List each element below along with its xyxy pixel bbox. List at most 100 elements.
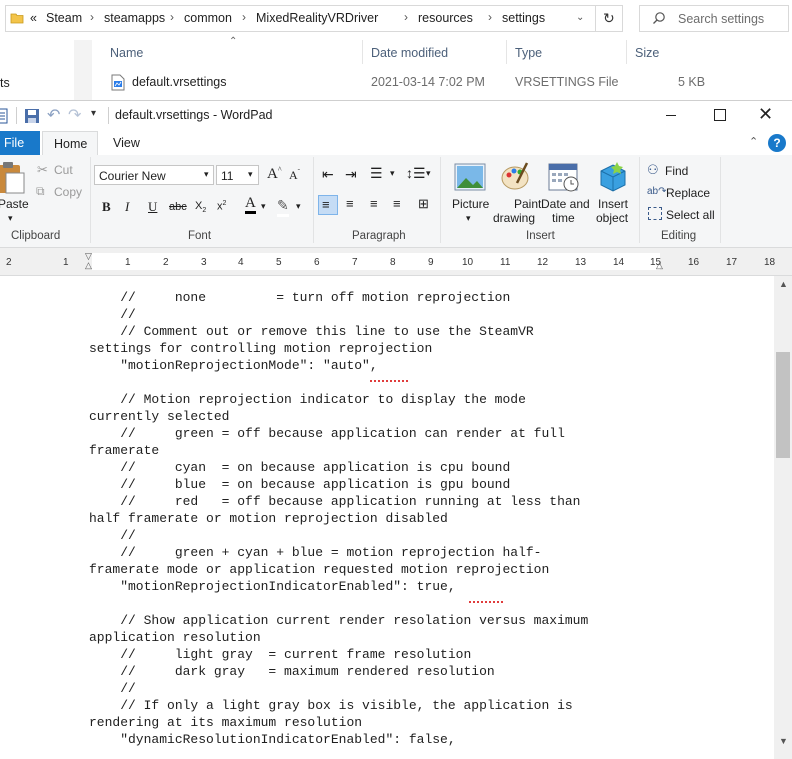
subscript-icon[interactable]: X2 <box>195 200 206 214</box>
refresh-button[interactable]: ↻ <box>595 5 623 32</box>
redo-icon[interactable]: ↷ <box>68 105 81 125</box>
column-divider[interactable] <box>506 40 507 64</box>
chevron-down-icon[interactable]: ▾ <box>204 169 209 180</box>
document-line[interactable]: framerate mode or application requested … <box>89 562 549 577</box>
document-line[interactable]: // <box>89 528 136 543</box>
document-line[interactable]: // green = off because application can r… <box>89 426 565 441</box>
document-area[interactable]: // none = turn off motion reprojection /… <box>0 276 774 759</box>
breadcrumb-steamapps[interactable]: steamapps <box>104 11 165 25</box>
breadcrumb-resources[interactable]: resources <box>418 11 473 25</box>
text-color-icon[interactable]: A <box>245 196 256 214</box>
bold-icon[interactable]: B <box>102 199 111 215</box>
increase-indent-icon[interactable]: ⇥ <box>345 166 357 183</box>
ruler[interactable]: 2 1 1 2 3 4 5 6 7 8 9 10 11 12 13 14 15 … <box>0 248 792 276</box>
right-indent-marker[interactable]: △ <box>656 260 663 271</box>
document-line[interactable]: "motionReprojectionIndicatorEnabled": tr… <box>89 579 455 594</box>
document-line[interactable]: // <box>89 681 136 696</box>
close-icon[interactable]: ✕ <box>758 104 773 125</box>
search-box[interactable]: Search settings <box>639 5 789 32</box>
column-header-size[interactable]: Size <box>635 46 659 60</box>
insert-object-label-1[interactable]: Insert <box>598 197 628 211</box>
copy-button[interactable]: Copy <box>54 185 82 199</box>
ribbon-collapse-icon[interactable]: ⌃ <box>749 135 758 148</box>
vertical-scrollbar[interactable]: ▲ ▼ <box>774 276 792 759</box>
chevron-right-icon[interactable]: › <box>90 10 94 24</box>
chevron-right-icon[interactable]: › <box>404 10 408 24</box>
paste-button[interactable]: Paste <box>0 197 29 211</box>
document-line[interactable]: // If only a light gray box is visible, … <box>89 698 572 713</box>
paste-dropdown-icon[interactable]: ▾ <box>8 213 13 224</box>
scroll-down-icon[interactable]: ▼ <box>779 736 788 746</box>
line-spacing-icon[interactable]: ↕☰ <box>406 165 426 182</box>
date-time-label-2[interactable]: time <box>552 211 575 225</box>
document-line[interactable]: // Show application current render resol… <box>89 613 588 628</box>
document-line[interactable]: application resolution <box>89 630 261 645</box>
document-line[interactable]: half framerate or motion reprojection di… <box>89 511 448 526</box>
column-divider[interactable] <box>626 40 627 64</box>
document-line[interactable]: currently selected <box>89 409 229 424</box>
font-size-select[interactable]: 11 ▾ <box>216 165 259 185</box>
column-header-name[interactable]: Name <box>110 46 143 60</box>
address-bar[interactable]: « Steam › steamapps › common › MixedReal… <box>5 5 623 32</box>
scroll-thumb[interactable] <box>776 352 790 458</box>
underline-icon[interactable]: U <box>148 199 157 215</box>
find-button[interactable]: Find <box>665 164 688 178</box>
paint-label-2[interactable]: drawing <box>493 211 535 225</box>
chevron-down-icon[interactable]: ▾ <box>390 168 395 179</box>
chevron-right-icon[interactable]: › <box>170 10 174 24</box>
chevron-down-icon[interactable]: ▾ <box>466 213 471 224</box>
document-line[interactable]: // red = off because application running… <box>89 494 580 509</box>
document-line[interactable]: // dark gray = maximum rendered resoluti… <box>89 664 494 679</box>
tab-view[interactable]: View <box>113 136 140 150</box>
breadcrumb-steam[interactable]: Steam <box>46 11 82 25</box>
breadcrumb-mixedrealityvrdriver[interactable]: MixedRealityVRDriver <box>256 11 378 25</box>
grow-font-icon[interactable]: A^ <box>267 165 282 183</box>
column-divider[interactable] <box>362 40 363 64</box>
title-bar[interactable]: ↶ ↷ ▾ default.vrsettings - WordPad ✕ <box>0 101 792 131</box>
paste-icon[interactable] <box>0 161 26 198</box>
document-line[interactable]: // cyan = on because application is cpu … <box>89 460 510 475</box>
tab-file[interactable]: File <box>0 131 40 155</box>
select-all-button[interactable]: Select all <box>666 208 715 222</box>
cut-button[interactable]: Cut <box>54 163 73 177</box>
shrink-font-icon[interactable]: Aˇ <box>289 168 300 183</box>
document-line[interactable]: // Comment out or remove this line to us… <box>89 324 533 339</box>
bullets-icon[interactable]: ☰ <box>370 165 383 182</box>
document-line[interactable]: // Motion reprojection indicator to disp… <box>89 392 526 407</box>
chevron-down-icon[interactable]: ▾ <box>248 169 253 180</box>
breadcrumb-settings[interactable]: settings <box>502 11 545 25</box>
wordpad-icon[interactable] <box>0 108 8 127</box>
document-line[interactable]: // <box>89 307 136 322</box>
qat-customize-icon[interactable]: ▾ <box>91 108 96 119</box>
chevron-right-icon[interactable]: › <box>488 10 492 24</box>
nav-pane-scrollbar[interactable] <box>74 40 92 100</box>
document-line[interactable]: framerate <box>89 443 159 458</box>
align-right-icon[interactable]: ≡ <box>370 196 378 211</box>
breadcrumb-overflow[interactable]: « <box>30 11 37 25</box>
document-line[interactable]: "motionReprojectionMode": "auto", <box>89 358 377 373</box>
highlight-icon[interactable]: ✎ <box>277 197 289 217</box>
paragraph-settings-icon[interactable]: ⊞ <box>418 196 429 212</box>
decrease-indent-icon[interactable]: ⇤ <box>322 166 334 183</box>
document-line[interactable]: // green + cyan + blue = motion reprojec… <box>89 545 541 560</box>
italic-icon[interactable]: I <box>125 199 129 215</box>
document-line[interactable]: // blue = on because application is gpu … <box>89 477 510 492</box>
column-header-type[interactable]: Type <box>515 46 542 60</box>
chevron-right-icon[interactable]: › <box>242 10 246 24</box>
document-line[interactable]: rendering at its maximum resolution <box>89 715 362 730</box>
nav-pane-fragment[interactable]: ts <box>0 76 10 90</box>
date-time-label-1[interactable]: Date and <box>541 197 590 211</box>
document-line[interactable]: "dynamicResolutionIndicatorEnabled": fal… <box>89 732 455 747</box>
minimize-icon[interactable] <box>666 115 676 116</box>
paint-label-1[interactable]: Paint <box>514 197 541 211</box>
chevron-down-icon[interactable]: ▾ <box>261 201 266 212</box>
maximize-icon[interactable] <box>714 109 726 121</box>
help-button[interactable]: ? <box>768 134 786 152</box>
scroll-up-icon[interactable]: ▲ <box>779 279 788 289</box>
column-header-date[interactable]: Date modified <box>371 46 448 60</box>
chevron-down-icon[interactable]: ⌄ <box>576 12 584 23</box>
chevron-down-icon[interactable]: ▾ <box>426 168 431 179</box>
document-line[interactable]: // light gray = current frame resolution <box>89 647 471 662</box>
file-row[interactable]: default.vrsettings 2021-03-14 7:02 PM VR… <box>100 70 792 96</box>
justify-icon[interactable]: ≡ <box>393 196 401 211</box>
